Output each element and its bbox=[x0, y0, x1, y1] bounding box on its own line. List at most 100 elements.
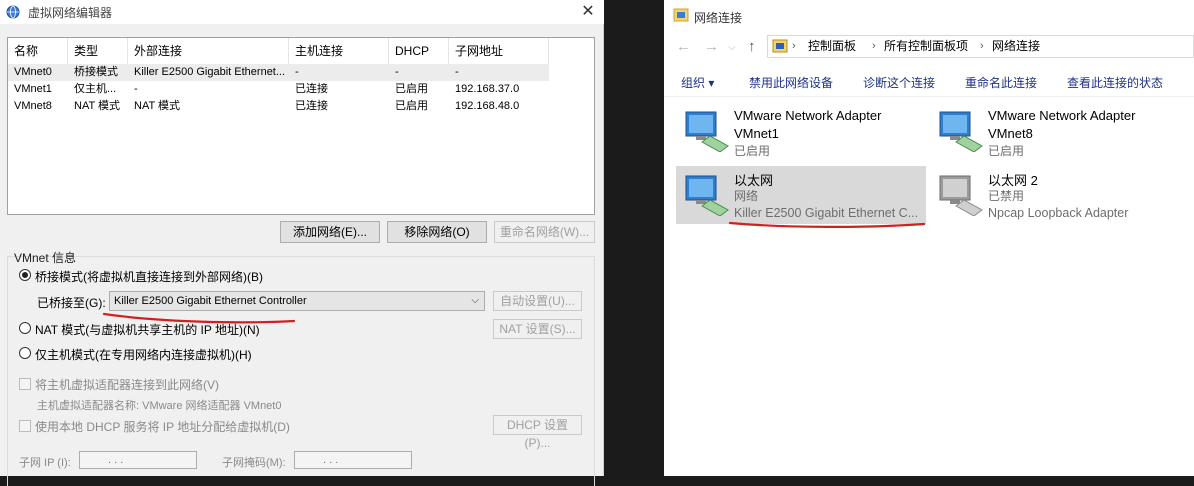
subnet-ip-input[interactable]: . . . bbox=[79, 451, 197, 469]
use-dhcp-checkbox[interactable] bbox=[19, 420, 31, 432]
column-type[interactable]: 类型 bbox=[68, 38, 128, 64]
breadcrumb-control-panel[interactable]: 控制面板 bbox=[808, 36, 856, 57]
network-adapter-icon bbox=[939, 111, 983, 152]
window-title: 网络连接 bbox=[694, 11, 743, 25]
list-header: 名称 类型 外部连接 主机连接 DHCP 子网地址 bbox=[8, 38, 594, 64]
adapter-vmnet8[interactable]: VMware Network Adapter VMnet8 已启用 bbox=[930, 102, 1180, 160]
breadcrumb-all-items[interactable]: 所有控制面板项 bbox=[884, 36, 968, 57]
connect-host-adapter-label: 将主机虚拟适配器连接到此网络(V) bbox=[35, 378, 219, 392]
column-subnet[interactable]: 子网地址 bbox=[449, 38, 549, 64]
cell-name: VMnet1 bbox=[14, 83, 52, 95]
cell-type: 仅主机... bbox=[74, 83, 117, 95]
cell-subnet: 192.168.48.0 bbox=[455, 100, 520, 112]
host-only-radio[interactable] bbox=[19, 347, 31, 359]
adapter-ethernet[interactable]: 以太网 网络 Killer E2500 Gigabit Ethernet C..… bbox=[676, 166, 926, 224]
title-bar: 网络连接 bbox=[664, 0, 1194, 34]
column-host[interactable]: 主机连接 bbox=[289, 38, 389, 64]
title-bar: 虚拟网络编辑器 ✕ bbox=[0, 0, 604, 24]
rename-connection-button[interactable]: 重命名此连接 bbox=[965, 74, 1037, 91]
organize-menu[interactable]: 组织 ▾ bbox=[681, 74, 714, 91]
adapter-name: VMware Network Adapter bbox=[988, 108, 1136, 123]
remove-network-button[interactable]: 移除网络(O) bbox=[387, 221, 487, 243]
adapter-status: 已启用 bbox=[988, 144, 1025, 158]
cell-subnet: 192.168.37.0 bbox=[455, 83, 520, 95]
subnet-ip-label: 子网 IP (I): bbox=[19, 457, 71, 469]
adapter-network: 网络 bbox=[734, 189, 759, 203]
auto-settings-button[interactable]: 自动设置(U)... bbox=[493, 291, 582, 311]
diagnose-button[interactable]: 诊断这个连接 bbox=[863, 74, 935, 91]
network-adapter-icon bbox=[685, 175, 729, 216]
cell-name: VMnet0 bbox=[14, 66, 52, 78]
connect-host-adapter-checkbox[interactable] bbox=[19, 378, 31, 390]
network-adapter-icon bbox=[685, 111, 729, 152]
window-title: 虚拟网络编辑器 bbox=[28, 6, 113, 20]
adapter-device: VMnet8 bbox=[988, 126, 1033, 141]
column-external[interactable]: 外部连接 bbox=[128, 38, 289, 64]
network-connections-window: 网络连接 ← → ⌵ ↑ › 控制面板 › 所有控制面板项 › 网络连接 组织 … bbox=[664, 0, 1194, 476]
nat-mode-radio[interactable] bbox=[19, 322, 31, 334]
adapter-device: Killer E2500 Gigabit Ethernet C... bbox=[734, 206, 919, 220]
dhcp-settings-button[interactable]: DHCP 设置(P)... bbox=[493, 415, 582, 450]
vmware-network-editor-window: 虚拟网络编辑器 ✕ 名称 类型 外部连接 主机连接 DHCP 子网地址 VMne… bbox=[0, 0, 604, 486]
up-arrow-icon[interactable]: ↑ bbox=[748, 38, 756, 55]
command-bar: 组织 ▾ 禁用此网络设备 诊断这个连接 重命名此连接 查看此连接的状态 bbox=[664, 67, 1194, 97]
bridge-mode-radio[interactable] bbox=[19, 269, 31, 281]
chevron-right-icon[interactable]: › bbox=[980, 36, 984, 57]
network-folder-icon bbox=[673, 8, 689, 22]
table-row[interactable]: VMnet0 桥接模式 Killer E2500 Gigabit Etherne… bbox=[8, 64, 549, 81]
bridged-to-value: Killer E2500 Gigabit Ethernet Controller bbox=[114, 295, 307, 307]
close-icon[interactable]: ✕ bbox=[578, 2, 598, 22]
view-status-button[interactable]: 查看此连接的状态 bbox=[1067, 74, 1163, 91]
subnet-mask-input[interactable]: . . . bbox=[294, 451, 412, 469]
chevron-right-icon[interactable]: › bbox=[872, 36, 876, 57]
bridged-to-label: 已桥接至(G): bbox=[37, 296, 106, 310]
cell-name: VMnet8 bbox=[14, 100, 52, 112]
cell-host: 已连接 bbox=[295, 100, 328, 112]
table-row[interactable]: VMnet1 仅主机... - 已连接 已启用 192.168.37.0 bbox=[8, 81, 549, 98]
recent-dropdown-icon[interactable]: ⌵ bbox=[728, 42, 736, 53]
cell-external: NAT 模式 bbox=[134, 100, 181, 112]
network-adapter-disabled-icon bbox=[939, 175, 983, 216]
red-annotation-underline bbox=[728, 221, 926, 228]
breadcrumb-network-connections[interactable]: 网络连接 bbox=[992, 36, 1040, 57]
navigation-bar: ← → ⌵ ↑ › 控制面板 › 所有控制面板项 › 网络连接 bbox=[664, 34, 1194, 60]
network-list[interactable]: 名称 类型 外部连接 主机连接 DHCP 子网地址 VMnet0 桥接模式 Ki… bbox=[7, 37, 595, 215]
adapter-name: VMware Network Adapter bbox=[734, 108, 882, 123]
table-row[interactable]: VMnet8 NAT 模式 NAT 模式 已连接 已启用 192.168.48.… bbox=[8, 98, 549, 115]
bridge-mode-label[interactable]: 桥接模式(将虚拟机直接连接到外部网络)(B) bbox=[35, 268, 263, 285]
adapter-device: VMnet1 bbox=[734, 126, 779, 141]
adapter-device: Npcap Loopback Adapter bbox=[988, 206, 1129, 220]
disable-device-button[interactable]: 禁用此网络设备 bbox=[749, 74, 833, 91]
column-name[interactable]: 名称 bbox=[8, 38, 68, 64]
rename-network-button[interactable]: 重命名网络(W)... bbox=[494, 221, 595, 243]
adapter-status: 已启用 bbox=[734, 144, 771, 158]
cell-external: Killer E2500 Gigabit Ethernet... bbox=[134, 66, 286, 78]
subnet-mask-label: 子网掩码(M): bbox=[222, 457, 286, 469]
cell-subnet: - bbox=[455, 66, 459, 78]
forward-arrow-icon[interactable]: → bbox=[704, 38, 719, 55]
nat-settings-button[interactable]: NAT 设置(S)... bbox=[493, 319, 582, 339]
nat-mode-label[interactable]: NAT 模式(与虚拟机共享主机的 IP 地址)(N) bbox=[35, 321, 260, 338]
cell-dhcp: 已启用 bbox=[395, 83, 428, 95]
add-network-button[interactable]: 添加网络(E)... bbox=[280, 221, 380, 243]
cell-dhcp: 已启用 bbox=[395, 100, 428, 112]
cell-host: 已连接 bbox=[295, 83, 328, 95]
control-panel-icon bbox=[772, 39, 788, 53]
address-bar[interactable]: › 控制面板 › 所有控制面板项 › 网络连接 bbox=[767, 35, 1194, 58]
use-dhcp-label: 使用本地 DHCP 服务将 IP 地址分配给虚拟机(D) bbox=[35, 420, 290, 434]
cell-type: 桥接模式 bbox=[74, 66, 118, 78]
adapter-status: 已禁用 bbox=[988, 189, 1025, 203]
cell-type: NAT 模式 bbox=[74, 100, 121, 112]
cell-external: - bbox=[134, 83, 138, 95]
host-only-label[interactable]: 仅主机模式(在专用网络内连接虚拟机)(H) bbox=[35, 346, 252, 363]
adapter-vmnet1[interactable]: VMware Network Adapter VMnet1 已启用 bbox=[676, 102, 926, 160]
column-dhcp[interactable]: DHCP bbox=[389, 38, 449, 64]
chevron-right-icon[interactable]: › bbox=[792, 36, 796, 57]
back-arrow-icon[interactable]: ← bbox=[676, 38, 691, 55]
cell-host: - bbox=[295, 66, 299, 78]
vmnet-info-label: VMnet 信息 bbox=[14, 251, 77, 265]
adapter-ethernet-2[interactable]: 以太网 2 已禁用 Npcap Loopback Adapter bbox=[930, 166, 1180, 224]
chevron-down-icon: ⌵ bbox=[471, 295, 479, 306]
globe-icon bbox=[6, 5, 20, 19]
cell-dhcp: - bbox=[395, 66, 399, 78]
